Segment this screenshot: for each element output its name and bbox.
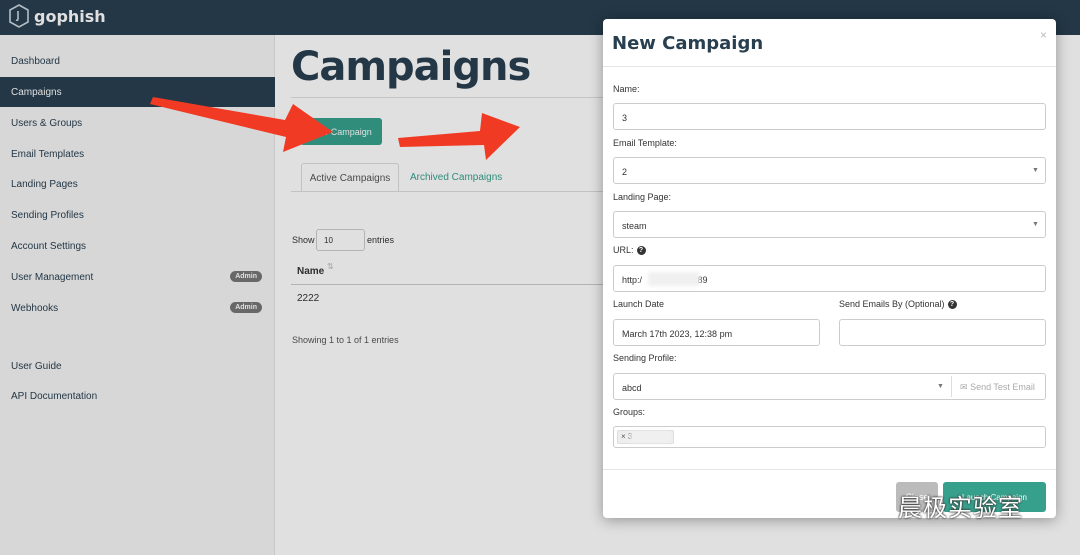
name-label: Name: <box>613 84 640 94</box>
send-emails-by-label: Send Emails By (Optional)? <box>839 299 957 310</box>
groups-input[interactable] <box>613 426 1046 448</box>
launch-date-input[interactable]: March 17th 2023, 12:38 pm <box>613 319 820 346</box>
landing-page-label: Landing Page: <box>613 192 672 202</box>
url-value-start: http:/ <box>622 275 643 285</box>
sending-profile-value: abcd <box>622 383 642 393</box>
modal-footer-divider <box>603 469 1056 470</box>
chevron-down-icon[interactable]: ▼ <box>1032 221 1039 228</box>
send-emails-by-text: Send Emails By (Optional) <box>839 299 945 309</box>
landing-page-value: steam <box>622 221 647 231</box>
email-template-value: 2 <box>622 167 628 177</box>
email-template-label: Email Template: <box>613 138 677 148</box>
send-emails-by-input[interactable] <box>839 319 1046 346</box>
send-test-email-label: Send Test Email <box>970 382 1035 392</box>
help-icon[interactable]: ? <box>947 300 957 310</box>
help-icon[interactable]: ? <box>636 246 646 256</box>
watermark: 晨极实验室 <box>860 488 1023 523</box>
modal-header-divider <box>603 66 1056 67</box>
send-test-email-button[interactable]: ✉ Send Test Email <box>960 382 1035 393</box>
launch-date-label: Launch Date <box>613 299 665 309</box>
landing-page-select[interactable]: steam <box>613 211 1046 238</box>
chevron-down-icon[interactable]: ▼ <box>1032 167 1039 174</box>
red-arrow-icon <box>150 97 333 152</box>
redaction-blur <box>630 431 670 443</box>
groups-label: Groups: <box>613 407 646 417</box>
red-arrow-icon <box>398 113 520 160</box>
email-template-select[interactable]: 2 <box>613 157 1046 184</box>
campaign-name-input[interactable]: 3 <box>613 103 1046 130</box>
url-label-text: URL: <box>613 245 634 255</box>
wechat-icon <box>861 494 891 517</box>
select-divider <box>951 376 952 397</box>
watermark-text: 晨极实验室 <box>898 494 1023 522</box>
sending-profile-label: Sending Profile: <box>613 353 677 363</box>
chevron-down-icon[interactable]: ▼ <box>937 383 944 390</box>
envelope-icon: ✉ <box>960 382 968 392</box>
modal-close-icon[interactable]: × <box>1040 28 1047 42</box>
url-label: URL:? <box>613 245 646 256</box>
modal-title: New Campaign <box>612 33 764 54</box>
redaction-blur <box>648 272 700 286</box>
